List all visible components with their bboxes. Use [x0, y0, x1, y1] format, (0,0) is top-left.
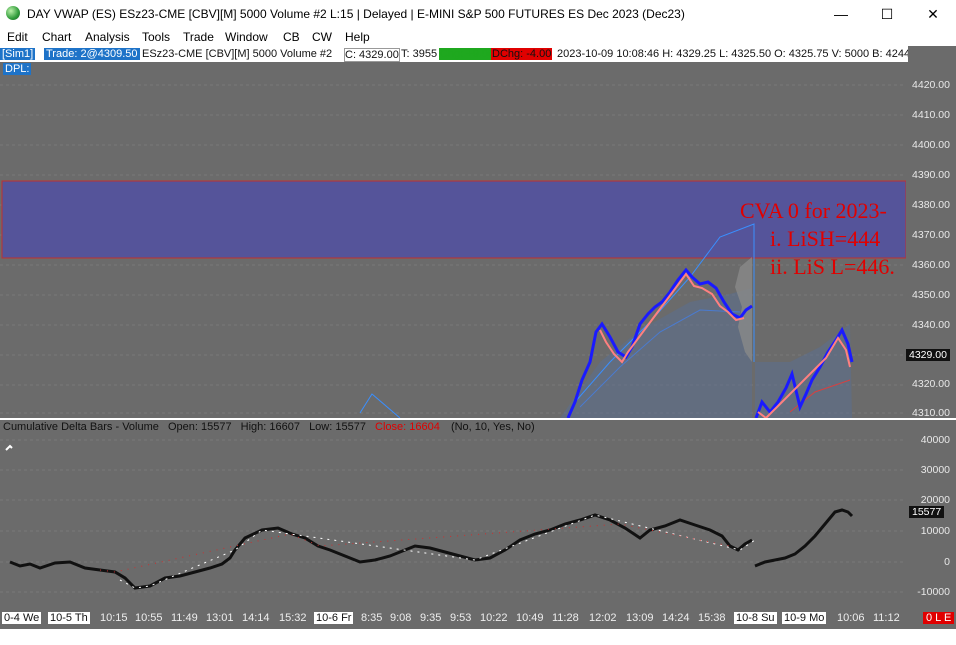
price-tick: 4350.00 — [912, 289, 950, 301]
bar-stats: 2023-10-09 10:08:46 H: 4329.25 L: 4325.5… — [557, 48, 908, 60]
menu-analysis[interactable]: Analysis — [85, 30, 130, 44]
price-tick: 4320.00 — [912, 378, 950, 390]
time-label: 15:32 — [279, 612, 307, 624]
open-label: Open: — [167, 421, 198, 433]
time-label: 11:49 — [171, 612, 198, 624]
price-axis[interactable]: 4420.00 4410.00 4400.00 4390.00 4380.00 … — [906, 62, 956, 419]
time-label: 10-9 Mo — [782, 612, 827, 624]
close-button[interactable]: ✕ — [910, 0, 956, 28]
delta-tick: -10000 — [917, 586, 950, 598]
time-label: 15:38 — [698, 612, 726, 624]
time-label: 10:22 — [480, 612, 508, 624]
price-tick: 4390.00 — [912, 169, 950, 181]
dpl-label: DPL: — [3, 63, 32, 75]
high-value: 16607 — [269, 421, 300, 433]
time-label: 10:15 — [100, 612, 128, 624]
daily-change-badge: DChg: -4.00 — [491, 48, 553, 60]
delta-panel[interactable] — [0, 420, 906, 610]
price-tick: 4410.00 — [912, 109, 950, 121]
vwap-lower-line — [359, 393, 401, 418]
menu-edit[interactable]: Edit — [7, 30, 28, 44]
annotation-line-3: ii. LiS L=446. — [770, 254, 895, 279]
time-axis[interactable]: 0-4 We 10-5 Th 10:15 10:55 11:49 13:01 1… — [0, 610, 956, 645]
time-label: 11:28 — [552, 612, 579, 624]
cumulative-delta-bars-right — [754, 508, 854, 568]
time-label: 11:12 — [873, 612, 900, 624]
current-price-label: 4329.00 — [906, 349, 950, 361]
delta-axis[interactable]: 40000 30000 20000 10000 0 -10000 15577 — [906, 420, 956, 610]
time-label: 12:02 — [589, 612, 617, 624]
cumulative-delta-bars — [9, 513, 753, 590]
status-badge[interactable]: 0 L E — [923, 612, 955, 624]
price-tick: 4360.00 — [912, 259, 950, 271]
time-label: 9:53 — [450, 612, 472, 624]
close-value: 16604 — [409, 421, 440, 433]
trade-label: Trade: 2@4309.50 — [44, 48, 140, 60]
horizontal-scrollbar[interactable] — [0, 629, 956, 645]
delta-tick: 30000 — [920, 464, 950, 476]
time-label: 13:01 — [206, 612, 234, 624]
delta-tick: 0 — [944, 556, 950, 568]
time-label: 14:14 — [242, 612, 270, 624]
time-label: 10-6 Fr — [314, 612, 354, 624]
chart-info-bar: [Sim1] Trade: 2@4309.50 ESz23-CME [CBV][… — [0, 46, 908, 62]
menu-tools[interactable]: Tools — [142, 30, 170, 44]
time-label: 13:09 — [626, 612, 654, 624]
indicator-params: (No, 10, Yes, No) — [450, 421, 535, 433]
menu-cw[interactable]: CW — [312, 30, 332, 44]
price-tick: 4370.00 — [912, 229, 950, 241]
time-label: 10-5 Th — [48, 612, 90, 624]
time-label: 10:06 — [837, 612, 865, 624]
annotation-line-1: CVA 0 for 2023- — [740, 198, 887, 223]
price-tick: 4340.00 — [912, 319, 950, 331]
delta-tick: 10000 — [920, 525, 950, 537]
delta-title: Cumulative Delta Bars - Volume — [3, 421, 159, 433]
globe-icon — [6, 6, 20, 20]
title-bar: DAY VWAP (ES) ESz23-CME [CBV][M] 5000 Vo… — [0, 0, 956, 28]
window-title: DAY VWAP (ES) ESz23-CME [CBV][M] 5000 Vo… — [27, 7, 685, 21]
time-label: 10:55 — [135, 612, 163, 624]
time-label: 9:08 — [390, 612, 412, 624]
minimize-button[interactable]: — — [818, 0, 864, 28]
high-label: High: — [240, 421, 267, 433]
menu-cb[interactable]: CB — [283, 30, 300, 44]
time-label: 10:49 — [516, 612, 544, 624]
low-label: Low: — [309, 421, 333, 433]
time-label: 14:24 — [662, 612, 690, 624]
price-tick: 4380.00 — [912, 199, 950, 211]
time-label: 10-8 Su — [734, 612, 777, 624]
symbol-label: ESz23-CME [CBV][M] 5000 Volume #2 — [142, 48, 333, 60]
delta-panel-header: Cumulative Delta Bars - Volume Open: 155… — [3, 421, 535, 433]
time-label: 9:35 — [420, 612, 442, 624]
trades-count: T: 3955 — [401, 48, 438, 60]
menu-help[interactable]: Help — [345, 30, 370, 44]
time-label: 0-4 We — [2, 612, 42, 624]
low-value: 15577 — [335, 421, 366, 433]
menu-bar: Edit Chart Analysis Tools Trade Window C… — [0, 28, 956, 46]
cumulative-delta-line — [5, 444, 13, 451]
price-tick: 4420.00 — [912, 79, 950, 91]
delta-tick: 20000 — [920, 494, 950, 506]
change-badge: Chg: +9.00 — [439, 48, 496, 60]
open-value: 15577 — [201, 421, 232, 433]
account-label[interactable]: [Sim1] — [0, 48, 36, 60]
current-delta-label: 15577 — [909, 506, 945, 518]
price-tick: 4400.00 — [912, 139, 950, 151]
price-panel[interactable]: CVA 0 for 2023- i. LiSH=444 ii. LiS L=44… — [0, 62, 906, 418]
maximize-button[interactable]: ☐ — [864, 0, 910, 28]
menu-trade[interactable]: Trade — [183, 30, 214, 44]
time-label: 8:35 — [361, 612, 383, 624]
close-label: Close: — [375, 421, 407, 433]
annotation-line-2: i. LiSH=444 — [770, 226, 880, 251]
menu-window[interactable]: Window — [225, 30, 268, 44]
delta-tick: 40000 — [920, 434, 950, 446]
menu-chart[interactable]: Chart — [42, 30, 71, 44]
close-price-label: C: 4329.00 — [344, 48, 400, 62]
